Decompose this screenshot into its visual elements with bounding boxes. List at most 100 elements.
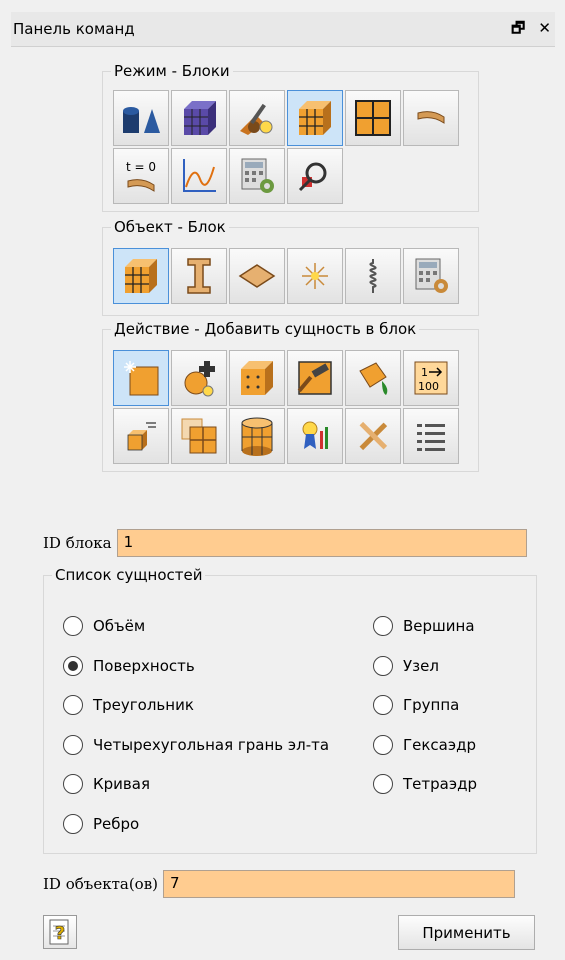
svg-text:t = 0: t = 0 bbox=[126, 160, 156, 174]
graph-button[interactable] bbox=[171, 148, 227, 204]
radio-label: Вершина bbox=[403, 617, 475, 635]
geometry-icon bbox=[123, 107, 160, 133]
radio-vertex[interactable]: Вершина bbox=[373, 616, 475, 636]
add-node-button[interactable] bbox=[171, 350, 227, 406]
radio-circle bbox=[373, 695, 393, 715]
radio-circle bbox=[373, 735, 393, 755]
shell-button[interactable] bbox=[229, 248, 285, 304]
spring-icon bbox=[369, 259, 377, 293]
radio-label: Кривая bbox=[93, 775, 150, 793]
panel-title: Панель команд bbox=[13, 20, 135, 38]
time-zero-button[interactable]: t = 0 bbox=[113, 148, 169, 204]
hammer-icon bbox=[297, 361, 332, 395]
object-id-field[interactable]: 7 bbox=[163, 870, 515, 898]
radio-circle bbox=[63, 695, 83, 715]
tools-cross-icon bbox=[359, 421, 388, 451]
cylinder-grid-button[interactable] bbox=[229, 408, 285, 464]
panel-titlebar: Панель команд 🗗 ✕ bbox=[11, 12, 555, 47]
mode-group-legend: Режим - Блоки bbox=[114, 62, 230, 80]
paint-bucket-button[interactable] bbox=[345, 350, 401, 406]
beam-icon bbox=[187, 258, 211, 294]
block-id-field[interactable]: 1 bbox=[116, 529, 527, 557]
cylinder-grid-icon bbox=[241, 417, 273, 456]
radio-circle bbox=[373, 774, 393, 794]
radio-node[interactable]: Узел bbox=[373, 656, 439, 676]
blocks-icon bbox=[299, 101, 331, 135]
radio-circle bbox=[63, 656, 83, 676]
block-button[interactable] bbox=[113, 248, 169, 304]
settings-wrench-button[interactable] bbox=[229, 90, 285, 146]
mesh-button[interactable] bbox=[171, 90, 227, 146]
radio-edge[interactable]: Ребро bbox=[63, 814, 139, 834]
tools-cross-button[interactable] bbox=[345, 408, 401, 464]
radio-group[interactable]: Группа bbox=[373, 695, 459, 715]
radio-label: Поверхность bbox=[93, 657, 195, 675]
radio-curve[interactable]: Кривая bbox=[63, 774, 150, 794]
time-zero-icon: t = 0 bbox=[126, 160, 156, 192]
beam-button[interactable] bbox=[171, 248, 227, 304]
help-icon: ? bbox=[49, 919, 69, 945]
radio-label: Узел bbox=[403, 657, 439, 675]
spider-button[interactable] bbox=[287, 248, 343, 304]
calculator-settings-button[interactable] bbox=[229, 148, 285, 204]
numbering-top-text: 1 bbox=[421, 366, 428, 379]
block-icon bbox=[125, 259, 157, 293]
split-grid-icon bbox=[181, 418, 217, 454]
numbering-button[interactable]: 1 100 bbox=[403, 350, 459, 406]
ribbon-icon bbox=[302, 421, 328, 449]
radio-circle bbox=[63, 814, 83, 834]
radio-circle bbox=[63, 616, 83, 636]
list-button[interactable] bbox=[403, 408, 459, 464]
ribbon-button[interactable] bbox=[287, 408, 343, 464]
radio-label: Тетраэдр bbox=[403, 775, 477, 793]
list-icon bbox=[417, 424, 445, 451]
radio-volume[interactable]: Объём bbox=[63, 616, 145, 636]
hammer-button[interactable] bbox=[287, 350, 343, 406]
radio-circle bbox=[373, 656, 393, 676]
cube-nodes-icon bbox=[241, 361, 273, 395]
radio-circle bbox=[63, 774, 83, 794]
geometry-button[interactable] bbox=[113, 90, 169, 146]
radio-label: Четырехугольная грань эл-та bbox=[93, 736, 330, 754]
help-glyph: ? bbox=[55, 923, 65, 944]
paint-bucket-icon bbox=[359, 362, 388, 395]
add-node-icon bbox=[184, 361, 215, 397]
object-id-label: ID объекта(ов) bbox=[43, 875, 158, 893]
close-icon[interactable]: ✕ bbox=[538, 19, 551, 37]
spring-button[interactable] bbox=[345, 248, 401, 304]
help-button[interactable]: ? bbox=[43, 915, 77, 949]
object-id-row: ID объекта(ов) 7 bbox=[43, 870, 515, 898]
entity-list-legend: Список сущностей bbox=[55, 566, 203, 584]
float-icon[interactable]: 🗗 bbox=[511, 19, 525, 37]
radio-hexahedron[interactable]: Гексаэдр bbox=[373, 735, 476, 755]
split-grid-button[interactable] bbox=[171, 408, 227, 464]
blocks-button[interactable] bbox=[287, 90, 343, 146]
block-id-label: ID блока bbox=[43, 534, 112, 552]
magnifier-icon bbox=[298, 162, 327, 192]
radio-surface[interactable]: Поверхность bbox=[63, 656, 195, 676]
graph-icon bbox=[183, 159, 216, 192]
curve-segment-icon bbox=[417, 111, 445, 124]
radio-triangle[interactable]: Треугольник bbox=[63, 695, 194, 715]
radio-label: Треугольник bbox=[93, 696, 194, 714]
curve-segment-button[interactable] bbox=[403, 90, 459, 146]
radio-quad-face[interactable]: Четырехугольная грань эл-та bbox=[63, 735, 329, 755]
radio-label: Ребро bbox=[93, 815, 140, 833]
magnifier-button[interactable] bbox=[287, 148, 343, 204]
radio-tetrahedron[interactable]: Тетраэдр bbox=[373, 774, 477, 794]
apply-button[interactable]: Применить bbox=[398, 915, 535, 950]
spider-icon bbox=[302, 263, 328, 289]
cube-nodes-button[interactable] bbox=[229, 350, 285, 406]
shell-icon bbox=[238, 264, 276, 288]
add-entity-button[interactable] bbox=[113, 350, 169, 406]
object-group-legend: Объект - Блок bbox=[114, 218, 226, 236]
settings-wrench-icon bbox=[240, 103, 273, 135]
radio-label: Группа bbox=[403, 696, 460, 714]
list-cube-button[interactable] bbox=[113, 408, 169, 464]
calculator-settings-icon bbox=[241, 158, 274, 193]
add-entity-icon bbox=[124, 361, 159, 396]
grid-button[interactable] bbox=[345, 90, 401, 146]
mesh-icon bbox=[184, 101, 216, 135]
action-group-legend: Действие - Добавить сущность в блок bbox=[114, 320, 417, 338]
calculator-settings-button-2[interactable] bbox=[403, 248, 459, 304]
